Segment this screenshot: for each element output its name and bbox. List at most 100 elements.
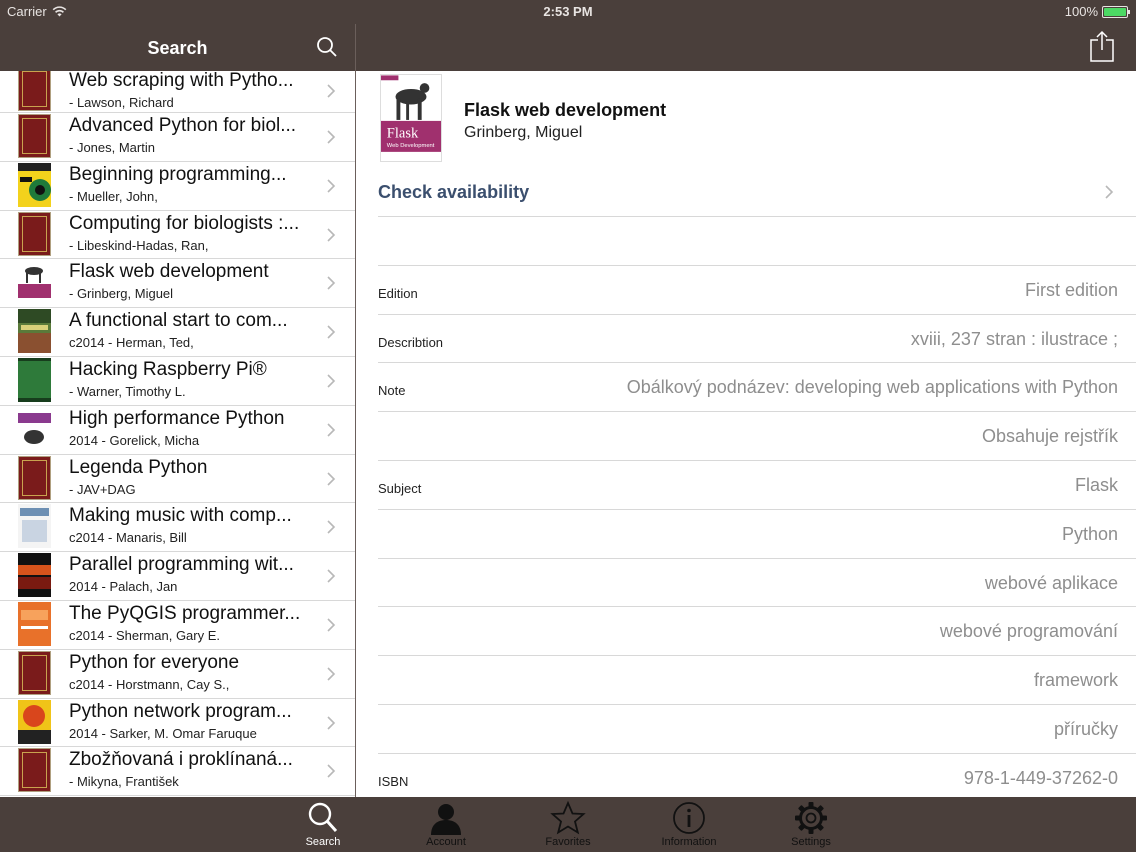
field-label: Note	[378, 383, 406, 399]
chevron-right-icon	[327, 276, 336, 290]
list-item[interactable]: A functional start to com... c2014 - Herm…	[0, 308, 355, 357]
book-author: - Mueller, John,	[69, 188, 158, 204]
chevron-right-icon	[327, 569, 336, 583]
book-author: - Lawson, Richard	[69, 95, 174, 110]
book-cover-thumbnail	[18, 357, 51, 402]
status-time: 2:53 PM	[543, 4, 593, 19]
book-title: Python network program...	[69, 700, 292, 722]
field-label: Subject	[378, 480, 422, 496]
book-author: 2014 - Gorelick, Micha	[69, 432, 200, 448]
chevron-right-icon	[327, 715, 336, 730]
book-cover-thumbnail	[18, 260, 51, 305]
tab-label: Information	[661, 836, 717, 848]
field-label: Edition	[378, 285, 418, 301]
detail-field-row: Note Obálkový podnázev: developing web ap…	[378, 363, 1136, 413]
book-author: - JAV+DAG	[69, 481, 136, 497]
chevron-right-icon	[327, 618, 336, 632]
book-author: c2014 - Manaris, Bill	[69, 530, 187, 546]
list-item[interactable]: Python for everyone c2014 - Horstmann, Ca…	[0, 650, 355, 699]
book-cover-thumbnail	[18, 455, 51, 500]
book-cover-thumbnail	[18, 71, 51, 111]
detail-field-row	[378, 217, 1136, 266]
book-cover-thumbnail	[18, 699, 51, 744]
tab-label: Favorites	[545, 836, 591, 848]
book-cover-thumbnail	[18, 406, 51, 451]
list-item[interactable]: Legenda Python - JAV+DAG	[0, 455, 355, 504]
list-item[interactable]: Advanced Python for biol... - Jones, Mar…	[0, 113, 355, 162]
chevron-right-icon	[327, 374, 336, 388]
list-item[interactable]: Beginning programming... - Mueller, John…	[0, 162, 355, 211]
detail-title: Flask web development	[464, 100, 667, 120]
book-author: - Grinberg, Miguel	[69, 286, 174, 302]
tab-search[interactable]: Search	[283, 797, 363, 852]
book-cover-thumbnail	[18, 504, 51, 549]
detail-field-row: Edition First edition	[378, 266, 1136, 315]
battery-level	[1104, 7, 1126, 16]
book-detail: Flask Web Development Flask web developm…	[356, 71, 1136, 797]
book-cover-thumbnail	[18, 650, 51, 695]
field-value: Flask	[1074, 474, 1118, 495]
detail-field-row: ISBN 978-1-449-37262-0	[378, 754, 1136, 797]
chevron-right-icon	[327, 84, 336, 98]
book-title: Beginning programming...	[69, 163, 287, 185]
detail-field-row: webové programování	[378, 607, 1136, 657]
search-icon	[308, 802, 338, 833]
field-value: Obálkový podnázev: developing web applic…	[626, 377, 1118, 398]
cover-word: Flask	[387, 125, 419, 141]
share-icon[interactable]	[1090, 30, 1114, 62]
chevron-right-icon	[327, 667, 336, 681]
list-item[interactable]: The PyQGIS programmer... c2014 - Sherman,…	[0, 601, 355, 650]
tab-label: Search	[305, 836, 341, 848]
book-title: Making music with comp...	[69, 505, 292, 527]
tab-favorites[interactable]: Favorites	[528, 797, 608, 852]
tab-label: Account	[426, 836, 466, 848]
check-availability-row[interactable]: Check availability	[378, 167, 1136, 217]
book-title: Computing for biologists :...	[69, 212, 300, 234]
book-cover-thumbnail	[18, 114, 51, 158]
book-title: Zbožňovaná i proklínaná...	[69, 749, 293, 771]
chevron-right-icon	[1105, 185, 1114, 199]
chevron-right-icon	[327, 130, 336, 144]
book-author: - Mikyna, František	[69, 774, 179, 790]
chevron-right-icon	[327, 520, 336, 534]
chevron-right-icon	[327, 423, 336, 437]
nav-title: Search	[147, 38, 208, 58]
book-author: - Warner, Timothy L.	[69, 383, 186, 399]
book-author: - Jones, Martin	[69, 140, 155, 155]
tab-information[interactable]: Information	[649, 797, 729, 852]
list-item[interactable]: High performance Python 2014 - Gorelick, …	[0, 406, 355, 455]
book-title: Legenda Python	[69, 456, 208, 478]
list-item[interactable]: Zbožňovaná i proklínaná... - Mikyna, Fra…	[0, 747, 355, 797]
chevron-right-icon	[327, 764, 336, 778]
field-value: 978-1-449-37262-0	[963, 767, 1118, 788]
chevron-right-icon	[327, 179, 336, 193]
book-author: 2014 - Sarker, M. Omar Faruque	[69, 725, 257, 741]
battery-percent: 100%	[1064, 4, 1098, 19]
tab-account[interactable]: Account	[406, 797, 486, 852]
search-icon[interactable]	[316, 36, 338, 58]
tab-settings[interactable]: Settings	[771, 797, 851, 852]
book-title: High performance Python	[69, 407, 285, 429]
list-item[interactable]: Web scraping with Pytho... - Lawson, Ric…	[0, 71, 355, 113]
list-item[interactable]: Flask web development - Grinberg, Miguel	[0, 259, 355, 309]
book-author: 2014 - Palach, Jan	[69, 579, 178, 595]
detail-field-row: Describtion xviii, 237 stran : ilustrace …	[378, 315, 1136, 364]
field-value: Python	[1061, 523, 1118, 544]
list-item[interactable]: Hacking Raspberry Pi® - Warner, Timothy …	[0, 357, 355, 406]
detail-field-row: Obsahuje rejstřík	[378, 412, 1136, 461]
book-list[interactable]: Web scraping with Pytho... - Lawson, Ric…	[0, 71, 355, 797]
cover-subword: Web Development	[387, 143, 435, 149]
list-item[interactable]: Making music with comp... c2014 - Manaris…	[0, 503, 355, 553]
book-cover-thumbnail	[18, 601, 51, 646]
book-title: Flask web development	[69, 261, 269, 283]
list-item[interactable]: Computing for biologists :... - Libeskin…	[0, 211, 355, 260]
book-cover-thumbnail	[18, 748, 51, 793]
list-item[interactable]: Parallel programming wit... 2014 - Palach…	[0, 552, 355, 601]
tab-bar: Search Account Favorites Information Set…	[0, 797, 1136, 852]
chevron-right-icon	[327, 472, 336, 486]
book-cover-thumbnail	[18, 309, 51, 354]
list-item[interactable]: Python network program... 2014 - Sarker, …	[0, 699, 355, 748]
status-bar: Carrier 2:53 PM 100%	[0, 0, 1136, 24]
book-title: A functional start to com...	[69, 310, 288, 332]
field-value: Obsahuje rejstřík	[981, 426, 1118, 447]
